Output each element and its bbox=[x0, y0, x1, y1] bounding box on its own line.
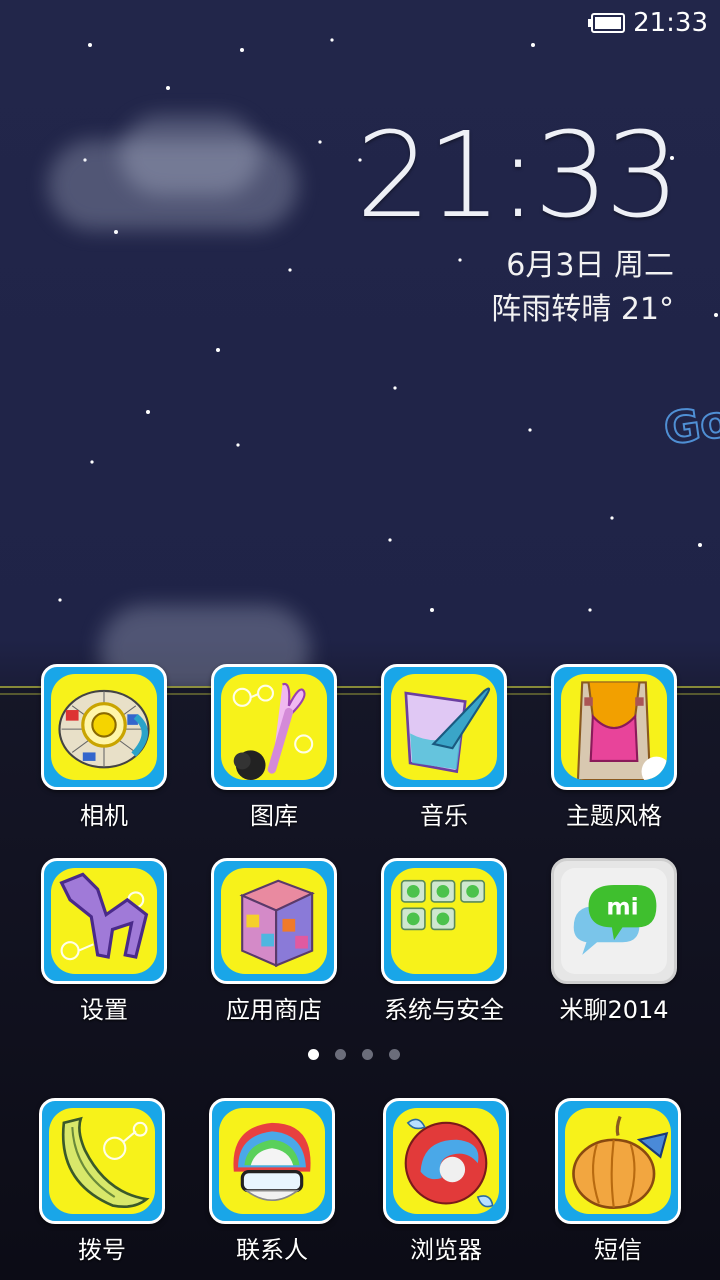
status-time: 21:33 bbox=[633, 8, 708, 38]
svg-text:mi: mi bbox=[606, 894, 638, 921]
dock-label: 浏览器 bbox=[410, 1236, 482, 1264]
app-music[interactable]: 音乐 bbox=[376, 664, 512, 831]
app-gallery[interactable]: 图库 bbox=[206, 664, 342, 831]
dock-label: 拨号 bbox=[78, 1236, 126, 1264]
dock-label: 联系人 bbox=[236, 1236, 308, 1264]
app-theme[interactable]: 主题风格 bbox=[546, 664, 682, 831]
wallpaper-text: Go bbox=[660, 395, 720, 457]
dock-contacts[interactable]: 联系人 bbox=[204, 1098, 340, 1265]
page-indicator[interactable] bbox=[308, 1049, 400, 1060]
contacts-icon bbox=[233, 1122, 311, 1202]
dock-browser[interactable]: 浏览器 bbox=[378, 1098, 514, 1265]
status-bar: 21:33 bbox=[588, 8, 708, 38]
sms-icon bbox=[572, 1115, 669, 1209]
app-miliao[interactable]: mi 米聊2014 bbox=[546, 858, 682, 1025]
browser-icon bbox=[404, 1118, 494, 1208]
date-text: 6月3日 周二 bbox=[506, 248, 674, 283]
settings-icon bbox=[59, 872, 149, 961]
dock-sms[interactable]: 短信 bbox=[550, 1098, 686, 1265]
app-label: 应用商店 bbox=[226, 996, 322, 1024]
app-label: 相机 bbox=[80, 802, 128, 830]
theme-icon bbox=[576, 681, 667, 780]
weather-text[interactable]: 阵雨转晴 21° bbox=[491, 284, 674, 328]
app-label: 图库 bbox=[250, 802, 298, 830]
dock-phone[interactable]: 拨号 bbox=[34, 1098, 170, 1265]
app-label: 设置 bbox=[80, 996, 128, 1024]
app-label: 米聊2014 bbox=[559, 996, 669, 1024]
app-label: 主题风格 bbox=[566, 802, 662, 830]
page-dot[interactable] bbox=[335, 1049, 346, 1060]
system-security-icon bbox=[400, 879, 486, 931]
app-store-icon bbox=[239, 879, 315, 968]
page-dot[interactable] bbox=[389, 1049, 400, 1060]
dock-label: 短信 bbox=[594, 1236, 642, 1264]
camera-icon bbox=[58, 689, 150, 769]
page-dot[interactable] bbox=[308, 1049, 319, 1060]
app-label: 音乐 bbox=[420, 802, 468, 830]
miliao-icon: mi bbox=[573, 884, 657, 955]
app-label: 系统与安全 bbox=[384, 996, 504, 1024]
app-camera[interactable]: 相机 bbox=[36, 664, 172, 831]
clock-widget[interactable]: 21:33 bbox=[356, 106, 680, 244]
gallery-icon bbox=[232, 682, 314, 780]
app-system-security[interactable]: 系统与安全 bbox=[376, 858, 512, 1025]
battery-icon bbox=[588, 13, 626, 33]
cloud bbox=[120, 115, 260, 195]
app-settings[interactable]: 设置 bbox=[36, 858, 172, 1025]
page-dot[interactable] bbox=[362, 1049, 373, 1060]
music-icon bbox=[404, 687, 491, 774]
app-store[interactable]: 应用商店 bbox=[206, 858, 342, 1025]
phone-icon bbox=[61, 1116, 150, 1209]
